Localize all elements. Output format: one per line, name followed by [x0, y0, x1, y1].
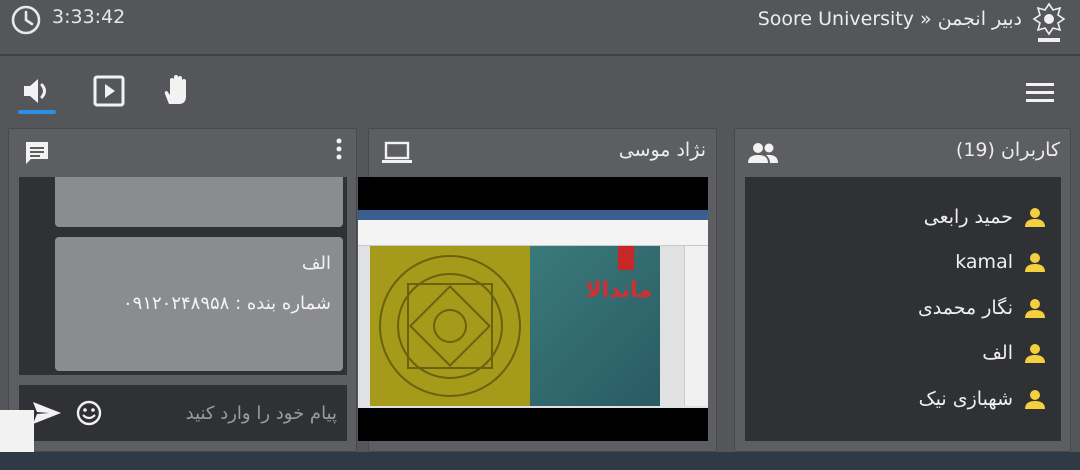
more-vertical-icon[interactable]	[334, 137, 344, 163]
user-item[interactable]: شهبازی نیک	[919, 384, 1047, 414]
users-panel-header: کاربران (19)	[735, 129, 1070, 177]
user-icon	[1025, 208, 1045, 227]
clock-icon	[11, 5, 41, 35]
user-item[interactable]: حمید رابعی	[924, 202, 1047, 232]
bottom-bar	[0, 452, 1080, 470]
user-name: kamal	[955, 251, 1013, 273]
presenter-panel-header: نژاد موسی	[369, 129, 716, 177]
chat-message-previous	[55, 177, 343, 227]
user-name: شهبازی نیک	[918, 388, 1013, 410]
users-panel: کاربران (19) حمید رابعی kamal نگار محمدی…	[734, 128, 1071, 452]
shared-screen[interactable]: ماندالا	[358, 177, 708, 441]
top-bar: 3:33:42 Soore University » دبیر انجمن	[0, 0, 1080, 56]
hamburger-icon[interactable]	[1024, 80, 1056, 106]
user-icon	[1025, 253, 1045, 272]
slide-heading: ماندالا	[585, 278, 652, 303]
laptop-icon	[382, 141, 412, 163]
university-logo	[1032, 2, 1066, 42]
screen-share-content: ماندالا	[358, 210, 708, 408]
shared-window-sidebar	[684, 246, 708, 406]
user-icon	[1025, 299, 1045, 318]
users-title: کاربران (19)	[955, 139, 1060, 161]
presenter-name: نژاد موسی	[618, 139, 706, 161]
user-item[interactable]: نگار محمدی	[918, 293, 1047, 323]
mandala-image	[370, 246, 530, 406]
chat-panel-header	[9, 129, 356, 177]
chat-input-bar	[19, 385, 347, 441]
hand-icon[interactable]	[160, 74, 194, 108]
people-icon	[748, 143, 778, 163]
chat-message: الف شماره بنده : ۰۹۱۲۰۲۴۸۹۵۸	[55, 237, 343, 371]
shared-window-toolbar	[358, 220, 708, 246]
user-item[interactable]: kamal	[955, 247, 1047, 277]
slide-red-tag	[618, 246, 634, 270]
breadcrumb[interactable]: Soore University » دبیر انجمن	[758, 8, 1022, 30]
chat-message-body: شماره بنده : ۰۹۱۲۰۲۴۸۹۵۸	[122, 293, 331, 314]
user-item[interactable]: الف	[982, 338, 1047, 368]
chat-panel: الف شماره بنده : ۰۹۱۲۰۲۴۸۹۵۸	[8, 128, 357, 452]
slide-background	[530, 246, 660, 406]
users-list[interactable]: حمید رابعی kamal نگار محمدی الف شهبازی ن…	[745, 177, 1061, 441]
play-box-icon[interactable]	[92, 74, 126, 108]
session-timer: 3:33:42	[52, 6, 126, 28]
user-icon	[1025, 344, 1045, 363]
user-name: الف	[982, 342, 1013, 364]
chat-message-list[interactable]: الف شماره بنده : ۰۹۱۲۰۲۴۸۹۵۸	[19, 177, 347, 375]
user-name: حمید رابعی	[923, 206, 1013, 228]
chat-message-author: الف	[301, 253, 331, 274]
presenter-panel: نژاد موسی ماندالا	[358, 128, 717, 452]
chat-bubble-icon	[26, 142, 48, 164]
chat-message-input[interactable]	[99, 395, 337, 431]
audio-active-indicator	[18, 110, 56, 114]
toolbar	[0, 58, 1080, 120]
smiley-icon[interactable]	[75, 399, 103, 427]
shared-window-titlebar	[358, 210, 708, 220]
send-icon[interactable]	[29, 399, 63, 427]
user-name: نگار محمدی	[917, 297, 1013, 319]
speaker-icon[interactable]	[20, 74, 54, 108]
user-icon	[1025, 390, 1045, 409]
